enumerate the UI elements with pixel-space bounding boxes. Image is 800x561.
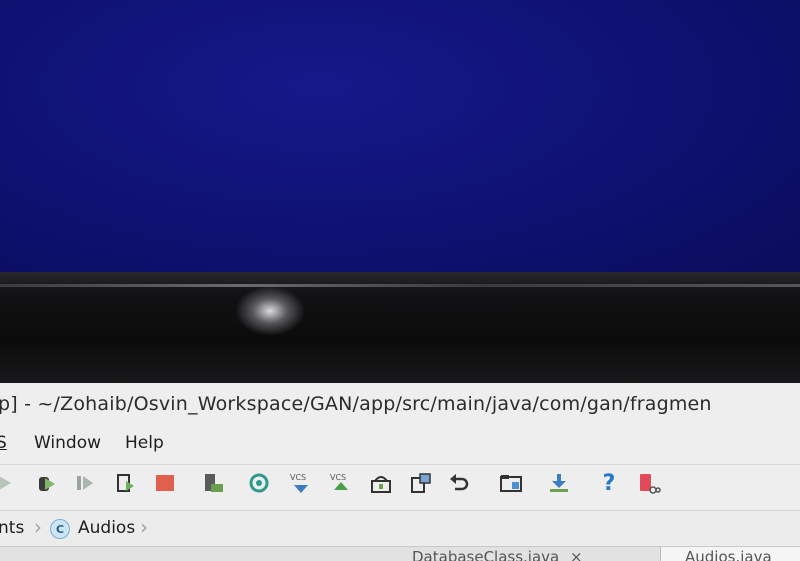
android-device-icon[interactable] bbox=[636, 471, 662, 495]
breadcrumb-item-audios[interactable]: Audios bbox=[78, 518, 135, 538]
sdk-manager-icon[interactable] bbox=[368, 471, 394, 495]
vcs-update-label: VCS bbox=[290, 473, 306, 482]
main-toolbar: VCS VCS ? bbox=[0, 464, 800, 501]
sync-icon[interactable] bbox=[246, 471, 272, 495]
vcs-update-icon[interactable]: VCS bbox=[288, 471, 314, 495]
breadcrumb-end-separator-icon: › bbox=[140, 515, 148, 539]
tab-databaseclass[interactable]: DatabaseClass.java × bbox=[412, 547, 640, 561]
tab-close-icon[interactable]: × bbox=[570, 548, 583, 561]
screen-glare bbox=[235, 286, 305, 336]
menu-help[interactable]: Help bbox=[125, 433, 164, 453]
menu-bar: S Window Help bbox=[0, 429, 800, 455]
tab-audios[interactable]: Audios.java bbox=[660, 547, 800, 561]
help-icon[interactable]: ? bbox=[596, 470, 622, 496]
structure-icon[interactable] bbox=[408, 471, 434, 495]
ide-window: p] - ~/Zohaib/Osvin_Workspace/GAN/app/sr… bbox=[0, 383, 800, 561]
vcs-commit-icon[interactable]: VCS bbox=[328, 471, 354, 495]
menu-vcs[interactable]: S bbox=[0, 433, 7, 453]
window-title-bar: p] - ~/Zohaib/Osvin_Workspace/GAN/app/sr… bbox=[0, 389, 800, 419]
apply-changes-icon[interactable] bbox=[112, 471, 138, 495]
navigation-breadcrumb: nts › C Audios › bbox=[0, 510, 800, 545]
monitor-bezel bbox=[0, 272, 800, 384]
editor-tabs: DatabaseClass.java × Audios.java bbox=[0, 546, 800, 561]
breadcrumb-separator-icon: › bbox=[34, 515, 42, 539]
breadcrumb-item-fragments[interactable]: nts bbox=[0, 518, 24, 538]
debug-icon[interactable] bbox=[32, 471, 58, 495]
bezel-rim bbox=[0, 284, 800, 287]
menu-window[interactable]: Window bbox=[34, 433, 101, 453]
run-icon[interactable] bbox=[0, 471, 18, 495]
device-file-icon[interactable] bbox=[498, 471, 524, 495]
window-title: p] - ~/Zohaib/Osvin_Workspace/GAN/app/sr… bbox=[0, 393, 712, 415]
download-icon[interactable] bbox=[546, 471, 572, 495]
monitor-desktop-background bbox=[0, 0, 800, 290]
vcs-commit-label: VCS bbox=[330, 473, 346, 482]
undo-icon[interactable] bbox=[446, 471, 472, 495]
stop-icon[interactable] bbox=[152, 471, 178, 495]
avd-manager-icon[interactable] bbox=[200, 471, 226, 495]
help-glyph: ? bbox=[602, 470, 616, 496]
coverage-icon[interactable] bbox=[72, 471, 98, 495]
class-icon: C bbox=[50, 519, 70, 539]
